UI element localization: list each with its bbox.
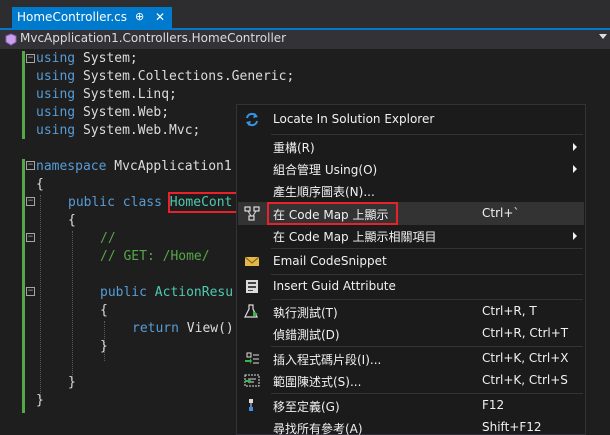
document-tab-strip: HomeController.cs ⊕ ✕ xyxy=(0,0,610,28)
collapse-icon[interactable]: − xyxy=(26,161,35,170)
code-line: { xyxy=(36,177,44,192)
menu-item-shortcut: F12 xyxy=(482,398,505,412)
code-line: } xyxy=(68,375,76,390)
class-icon xyxy=(5,33,17,46)
run-tests-icon xyxy=(244,304,258,318)
sync-arrows-icon xyxy=(246,112,258,127)
menu-item-organize-usings[interactable]: 組合管理 Using(O) xyxy=(238,157,584,180)
collapse-icon[interactable]: − xyxy=(26,197,35,206)
menu-item-label: Insert Guid Attribute xyxy=(273,279,396,293)
menu-item-email-codesnippet[interactable]: Email CodeSnippet xyxy=(238,250,584,273)
menu-item-shortcut: Ctrl+R, Ctrl+T xyxy=(482,326,569,340)
tab-homecontroller[interactable]: HomeController.cs ⊕ ✕ xyxy=(12,7,172,28)
menu-item-refactor[interactable]: 重構(R) xyxy=(238,135,584,158)
code-line: using System; xyxy=(36,51,138,66)
menu-item-find-all-references[interactable]: 尋找所有參考(A) Shift+F12 xyxy=(238,416,584,435)
tab-filename: HomeController.cs xyxy=(17,10,128,24)
indent-guide xyxy=(72,231,73,379)
menu-item-label: Email CodeSnippet xyxy=(273,254,387,268)
collapse-icon[interactable]: − xyxy=(26,287,35,296)
menu-item-shortcut: Shift+F12 xyxy=(482,420,542,434)
indent-guide xyxy=(40,195,41,397)
code-line: } xyxy=(36,393,44,408)
menu-item-shortcut: Ctrl+K, Ctrl+S xyxy=(482,373,568,387)
menu-item-label: 組合管理 Using(O) xyxy=(273,163,378,177)
code-line: { xyxy=(100,303,108,318)
menu-item-label: 執行測試(T) xyxy=(273,306,338,320)
code-line: using System.Linq; xyxy=(36,87,177,102)
code-line: } xyxy=(100,339,108,354)
change-indicator xyxy=(22,159,25,413)
chevron-down-icon[interactable] xyxy=(599,34,607,39)
menu-item-label: 產生順序圖表(N)... xyxy=(273,185,375,199)
code-line: // GET: /Home/ xyxy=(100,249,210,264)
context-menu: Locate In Solution Explorer 重構(R) 組合管理 U… xyxy=(236,104,586,435)
menu-item-label: 重構(R) xyxy=(273,141,315,155)
menu-item-label: 範圍陳述式(S)... xyxy=(273,375,362,389)
code-line: using System.Web; xyxy=(36,105,170,120)
menu-item-label: 尋找所有參考(A) xyxy=(273,422,363,435)
menu-item-run-tests[interactable]: 執行測試(T) Ctrl+R, T xyxy=(238,300,584,323)
menu-item-shortcut: Ctrl+` xyxy=(482,206,520,220)
menu-item-show-related-on-code-map[interactable]: 在 Code Map 上顯示相關項目 xyxy=(238,224,584,247)
code-line: public ActionResu xyxy=(100,285,234,300)
type-dropdown[interactable]: MvcApplication1.Controllers.HomeControll… xyxy=(20,31,286,45)
menu-item-shortcut: Ctrl+K, Ctrl+X xyxy=(482,351,569,365)
collapse-icon[interactable]: − xyxy=(26,54,35,63)
menu-item-label: Locate In Solution Explorer xyxy=(273,112,435,126)
menu-item-insert-snippet[interactable]: 插入程式碼片段(I)... Ctrl+K, Ctrl+X xyxy=(238,347,584,370)
insert-snippet-icon xyxy=(245,352,259,364)
pin-icon[interactable]: ⊕ xyxy=(135,7,144,27)
menu-item-surround-with[interactable]: 範圍陳述式(S)... Ctrl+K, Ctrl+S xyxy=(238,369,584,392)
go-to-definition-icon xyxy=(249,399,253,411)
email-icon xyxy=(244,256,260,266)
menu-item-insert-guid-attribute[interactable]: Insert Guid Attribute xyxy=(238,275,584,298)
menu-item-label: 在 Code Map 上顯示相關項目 xyxy=(273,230,437,244)
navigation-bar[interactable]: MvcApplication1.Controllers.HomeControll… xyxy=(0,30,610,49)
code-line: namespace MvcApplication1 xyxy=(36,159,232,174)
code-line: return View() xyxy=(132,321,234,336)
close-icon[interactable]: ✕ xyxy=(155,7,165,27)
submenu-arrow-icon xyxy=(573,165,577,173)
menu-item-label: 移至定義(G) xyxy=(273,400,340,414)
guid-icon xyxy=(246,280,258,293)
annotation-highlight-box xyxy=(267,202,398,225)
menu-separator xyxy=(271,248,583,249)
menu-item-go-to-definition[interactable]: 移至定義(G) F12 xyxy=(238,394,584,417)
surround-with-icon xyxy=(244,374,260,387)
collapse-icon[interactable]: − xyxy=(26,233,35,242)
submenu-arrow-icon xyxy=(573,232,577,240)
menu-item-label: 偵錯測試(D) xyxy=(273,328,340,342)
code-line: using System.Web.Mvc; xyxy=(36,123,201,138)
menu-item-shortcut: Ctrl+R, T xyxy=(482,304,537,318)
code-line: { xyxy=(68,213,76,228)
change-indicator xyxy=(22,51,25,139)
code-line: using System.Collections.Generic; xyxy=(36,69,295,84)
code-line: // xyxy=(100,231,116,246)
menu-item-locate-in-solution-explorer[interactable]: Locate In Solution Explorer xyxy=(238,108,584,131)
menu-item-generate-sequence-diagram[interactable]: 產生順序圖表(N)... xyxy=(238,179,584,202)
menu-item-debug-tests[interactable]: 偵錯測試(D) Ctrl+R, Ctrl+T xyxy=(238,322,584,345)
menu-item-label: 插入程式碼片段(I)... xyxy=(273,353,382,367)
submenu-arrow-icon xyxy=(573,143,577,151)
annotation-highlight-box xyxy=(168,192,238,213)
code-map-icon xyxy=(244,206,260,221)
